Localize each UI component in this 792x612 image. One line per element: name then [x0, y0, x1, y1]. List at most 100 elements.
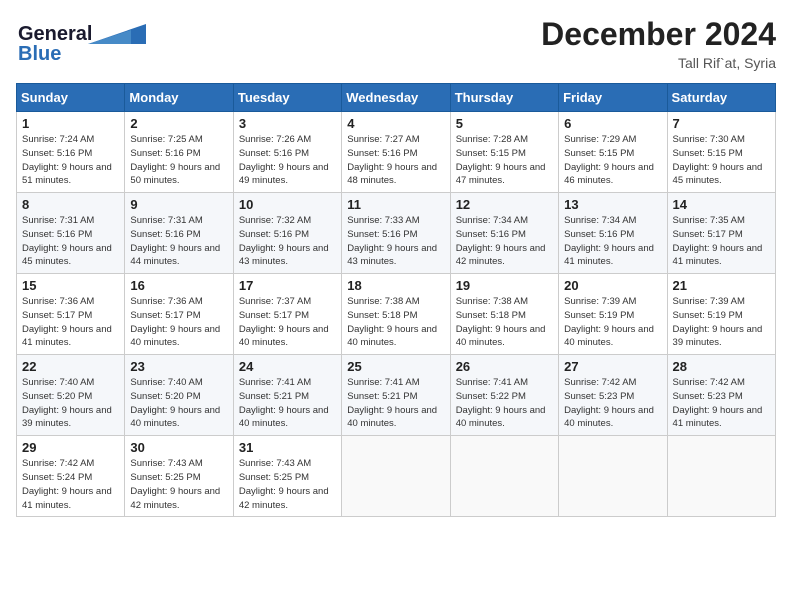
day-info: Sunrise: 7:37 AM Sunset: 5:17 PM Dayligh… [239, 295, 336, 350]
calendar-cell: 17 Sunrise: 7:37 AM Sunset: 5:17 PM Dayl… [233, 274, 341, 355]
day-info: Sunrise: 7:39 AM Sunset: 5:19 PM Dayligh… [673, 295, 770, 350]
calendar-week-row: 8 Sunrise: 7:31 AM Sunset: 5:16 PM Dayli… [17, 193, 776, 274]
svg-text:Blue: Blue [18, 43, 61, 65]
calendar-cell: 4 Sunrise: 7:27 AM Sunset: 5:16 PM Dayli… [342, 112, 450, 193]
calendar-week-row: 22 Sunrise: 7:40 AM Sunset: 5:20 PM Dayl… [17, 355, 776, 436]
weekday-header: Wednesday [342, 84, 450, 112]
day-number: 22 [22, 359, 119, 374]
calendar-cell: 10 Sunrise: 7:32 AM Sunset: 5:16 PM Dayl… [233, 193, 341, 274]
calendar-cell: 22 Sunrise: 7:40 AM Sunset: 5:20 PM Dayl… [17, 355, 125, 436]
day-info: Sunrise: 7:43 AM Sunset: 5:25 PM Dayligh… [130, 457, 227, 512]
calendar-cell: 6 Sunrise: 7:29 AM Sunset: 5:15 PM Dayli… [559, 112, 667, 193]
day-number: 6 [564, 116, 661, 131]
day-info: Sunrise: 7:31 AM Sunset: 5:16 PM Dayligh… [22, 214, 119, 269]
calendar-cell: 31 Sunrise: 7:43 AM Sunset: 5:25 PM Dayl… [233, 436, 341, 517]
calendar-cell: 19 Sunrise: 7:38 AM Sunset: 5:18 PM Dayl… [450, 274, 558, 355]
day-number: 20 [564, 278, 661, 293]
day-info: Sunrise: 7:31 AM Sunset: 5:16 PM Dayligh… [130, 214, 227, 269]
calendar-header-row: SundayMondayTuesdayWednesdayThursdayFrid… [17, 84, 776, 112]
page-header: General Blue December 2024 Tall Rif`at, … [16, 16, 776, 71]
svg-text:General: General [18, 23, 92, 45]
calendar-cell: 27 Sunrise: 7:42 AM Sunset: 5:23 PM Dayl… [559, 355, 667, 436]
day-info: Sunrise: 7:42 AM Sunset: 5:24 PM Dayligh… [22, 457, 119, 512]
calendar-cell: 7 Sunrise: 7:30 AM Sunset: 5:15 PM Dayli… [667, 112, 775, 193]
calendar-week-row: 15 Sunrise: 7:36 AM Sunset: 5:17 PM Dayl… [17, 274, 776, 355]
calendar-table: SundayMondayTuesdayWednesdayThursdayFrid… [16, 83, 776, 517]
day-number: 31 [239, 440, 336, 455]
day-number: 4 [347, 116, 444, 131]
day-number: 8 [22, 197, 119, 212]
day-number: 10 [239, 197, 336, 212]
day-info: Sunrise: 7:40 AM Sunset: 5:20 PM Dayligh… [130, 376, 227, 431]
calendar-cell: 26 Sunrise: 7:41 AM Sunset: 5:22 PM Dayl… [450, 355, 558, 436]
day-info: Sunrise: 7:38 AM Sunset: 5:18 PM Dayligh… [347, 295, 444, 350]
calendar-cell: 29 Sunrise: 7:42 AM Sunset: 5:24 PM Dayl… [17, 436, 125, 517]
day-info: Sunrise: 7:24 AM Sunset: 5:16 PM Dayligh… [22, 133, 119, 188]
day-number: 7 [673, 116, 770, 131]
calendar-cell: 20 Sunrise: 7:39 AM Sunset: 5:19 PM Dayl… [559, 274, 667, 355]
day-info: Sunrise: 7:36 AM Sunset: 5:17 PM Dayligh… [22, 295, 119, 350]
title-block: December 2024 Tall Rif`at, Syria [541, 16, 776, 71]
calendar-cell: 25 Sunrise: 7:41 AM Sunset: 5:21 PM Dayl… [342, 355, 450, 436]
calendar-cell: 1 Sunrise: 7:24 AM Sunset: 5:16 PM Dayli… [17, 112, 125, 193]
day-number: 2 [130, 116, 227, 131]
calendar-cell: 11 Sunrise: 7:33 AM Sunset: 5:16 PM Dayl… [342, 193, 450, 274]
calendar-cell: 28 Sunrise: 7:42 AM Sunset: 5:23 PM Dayl… [667, 355, 775, 436]
day-number: 12 [456, 197, 553, 212]
day-info: Sunrise: 7:38 AM Sunset: 5:18 PM Dayligh… [456, 295, 553, 350]
calendar-cell: 12 Sunrise: 7:34 AM Sunset: 5:16 PM Dayl… [450, 193, 558, 274]
location-subtitle: Tall Rif`at, Syria [541, 55, 776, 71]
day-info: Sunrise: 7:26 AM Sunset: 5:16 PM Dayligh… [239, 133, 336, 188]
calendar-cell: 15 Sunrise: 7:36 AM Sunset: 5:17 PM Dayl… [17, 274, 125, 355]
calendar-cell: 21 Sunrise: 7:39 AM Sunset: 5:19 PM Dayl… [667, 274, 775, 355]
day-number: 13 [564, 197, 661, 212]
calendar-cell: 13 Sunrise: 7:34 AM Sunset: 5:16 PM Dayl… [559, 193, 667, 274]
calendar-cell: 5 Sunrise: 7:28 AM Sunset: 5:15 PM Dayli… [450, 112, 558, 193]
day-info: Sunrise: 7:35 AM Sunset: 5:17 PM Dayligh… [673, 214, 770, 269]
day-info: Sunrise: 7:33 AM Sunset: 5:16 PM Dayligh… [347, 214, 444, 269]
calendar-cell: 2 Sunrise: 7:25 AM Sunset: 5:16 PM Dayli… [125, 112, 233, 193]
calendar-cell [342, 436, 450, 517]
day-info: Sunrise: 7:36 AM Sunset: 5:17 PM Dayligh… [130, 295, 227, 350]
day-number: 11 [347, 197, 444, 212]
logo-svg: General Blue [16, 16, 146, 68]
calendar-cell: 16 Sunrise: 7:36 AM Sunset: 5:17 PM Dayl… [125, 274, 233, 355]
calendar-week-row: 1 Sunrise: 7:24 AM Sunset: 5:16 PM Dayli… [17, 112, 776, 193]
weekday-header: Sunday [17, 84, 125, 112]
month-title: December 2024 [541, 16, 776, 53]
day-number: 25 [347, 359, 444, 374]
day-number: 19 [456, 278, 553, 293]
day-number: 30 [130, 440, 227, 455]
calendar-cell [667, 436, 775, 517]
calendar-cell: 14 Sunrise: 7:35 AM Sunset: 5:17 PM Dayl… [667, 193, 775, 274]
weekday-header: Tuesday [233, 84, 341, 112]
day-info: Sunrise: 7:28 AM Sunset: 5:15 PM Dayligh… [456, 133, 553, 188]
day-info: Sunrise: 7:32 AM Sunset: 5:16 PM Dayligh… [239, 214, 336, 269]
day-info: Sunrise: 7:29 AM Sunset: 5:15 PM Dayligh… [564, 133, 661, 188]
day-info: Sunrise: 7:41 AM Sunset: 5:22 PM Dayligh… [456, 376, 553, 431]
day-number: 26 [456, 359, 553, 374]
day-number: 15 [22, 278, 119, 293]
day-number: 28 [673, 359, 770, 374]
weekday-header: Saturday [667, 84, 775, 112]
day-number: 3 [239, 116, 336, 131]
day-number: 16 [130, 278, 227, 293]
calendar-cell [450, 436, 558, 517]
weekday-header: Thursday [450, 84, 558, 112]
day-number: 21 [673, 278, 770, 293]
calendar-cell [559, 436, 667, 517]
day-info: Sunrise: 7:27 AM Sunset: 5:16 PM Dayligh… [347, 133, 444, 188]
day-number: 17 [239, 278, 336, 293]
day-info: Sunrise: 7:43 AM Sunset: 5:25 PM Dayligh… [239, 457, 336, 512]
day-number: 14 [673, 197, 770, 212]
day-number: 27 [564, 359, 661, 374]
day-number: 1 [22, 116, 119, 131]
day-info: Sunrise: 7:40 AM Sunset: 5:20 PM Dayligh… [22, 376, 119, 431]
day-number: 29 [22, 440, 119, 455]
day-info: Sunrise: 7:42 AM Sunset: 5:23 PM Dayligh… [564, 376, 661, 431]
day-info: Sunrise: 7:41 AM Sunset: 5:21 PM Dayligh… [347, 376, 444, 431]
day-number: 5 [456, 116, 553, 131]
day-info: Sunrise: 7:34 AM Sunset: 5:16 PM Dayligh… [456, 214, 553, 269]
day-number: 24 [239, 359, 336, 374]
calendar-cell: 24 Sunrise: 7:41 AM Sunset: 5:21 PM Dayl… [233, 355, 341, 436]
